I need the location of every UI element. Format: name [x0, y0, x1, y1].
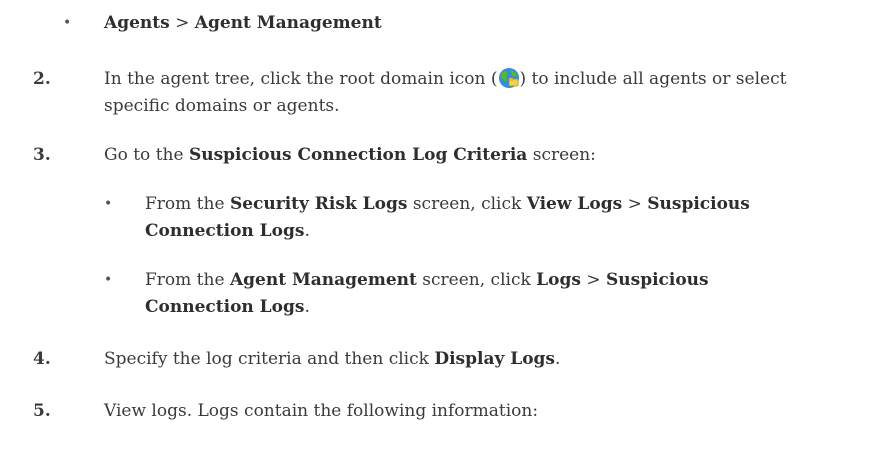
screen-name-security-risk-logs: Security Risk Logs: [229, 194, 408, 214]
bullet-marker: •: [104, 272, 113, 288]
document-page: • Agents > Agent Management 2. In the ag…: [0, 0, 879, 468]
root-domain-globe-icon: [498, 68, 519, 88]
bullet-marker: •: [63, 15, 72, 31]
step-2-line-1: In the agent tree, click the root domain…: [104, 68, 787, 89]
step-3-sub-2-line-1: From the Agent Management screen, click …: [145, 270, 709, 290]
menu-connection-logs: Connection Logs: [145, 221, 305, 241]
menu-view-logs: View Logs: [526, 194, 623, 214]
screen-name-suspicious-connection-log-criteria: Suspicious Connection Log Criteria: [188, 145, 528, 165]
step-3-number: 3.: [33, 145, 51, 165]
step-3-text: Go to the Suspicious Connection Log Crit…: [104, 145, 596, 165]
step-4-number: 4.: [33, 349, 51, 369]
step-5-text: View logs. Logs contain the following in…: [104, 401, 539, 421]
step-4-text: Specify the log criteria and then click …: [104, 349, 561, 369]
menu-suspicious: Suspicious: [605, 270, 709, 290]
nav-path-agent-management: Agents > Agent Management: [104, 13, 382, 33]
step-2-line-2: specific domains or agents.: [104, 96, 340, 116]
menu-suspicious: Suspicious: [647, 194, 750, 214]
nav-term-agents: Agents: [104, 13, 170, 33]
menu-logs: Logs: [536, 270, 581, 290]
step-2-number: 2.: [33, 69, 51, 89]
step-3-sub-2-line-2: Connection Logs.: [145, 297, 310, 317]
step-3-sub-1-line-2: Connection Logs.: [145, 221, 310, 241]
nav-term-agent-management: Agent Management: [194, 13, 382, 33]
button-name-display-logs: Display Logs: [434, 349, 556, 369]
step-3-sub-1-line-1: From the Security Risk Logs screen, clic…: [145, 194, 750, 214]
step-5-number: 5.: [33, 401, 51, 421]
bullet-marker: •: [104, 196, 113, 212]
menu-connection-logs: Connection Logs: [145, 297, 305, 317]
screen-name-agent-management: Agent Management: [229, 270, 417, 290]
